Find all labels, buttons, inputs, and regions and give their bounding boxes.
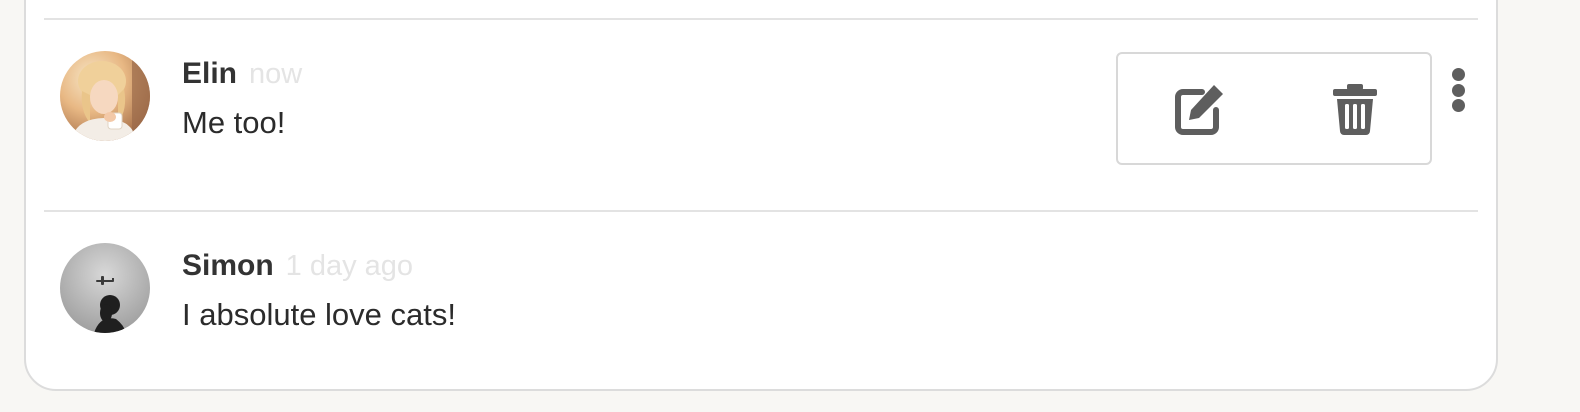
author-name[interactable]: Elin — [182, 57, 237, 90]
comment-timestamp: 1 day ago — [285, 250, 414, 282]
comment-item: Simon 1 day ago I absolute love cats! — [60, 243, 1480, 335]
more-options-button[interactable] — [1444, 64, 1472, 116]
avatar[interactable] — [60, 243, 150, 333]
vertical-dots-icon — [1451, 68, 1465, 81]
comment-actions — [1116, 52, 1432, 165]
dot — [1451, 83, 1465, 97]
comment-meta: Elin now — [182, 57, 302, 91]
edit-button[interactable] — [1120, 54, 1278, 163]
divider — [44, 18, 1478, 20]
edit-icon — [1175, 84, 1223, 135]
delete-button[interactable] — [1276, 54, 1434, 163]
comment-meta: Simon 1 day ago — [182, 249, 413, 283]
comment-timestamp: now — [249, 58, 303, 90]
trash-icon — [1333, 83, 1377, 135]
divider — [44, 210, 1478, 212]
dot — [1451, 99, 1465, 112]
comment-text: I absolute love cats! — [182, 297, 456, 332]
comment-text: Me too! — [182, 105, 286, 140]
author-name[interactable]: Simon — [182, 249, 274, 282]
avatar[interactable] — [60, 51, 150, 141]
